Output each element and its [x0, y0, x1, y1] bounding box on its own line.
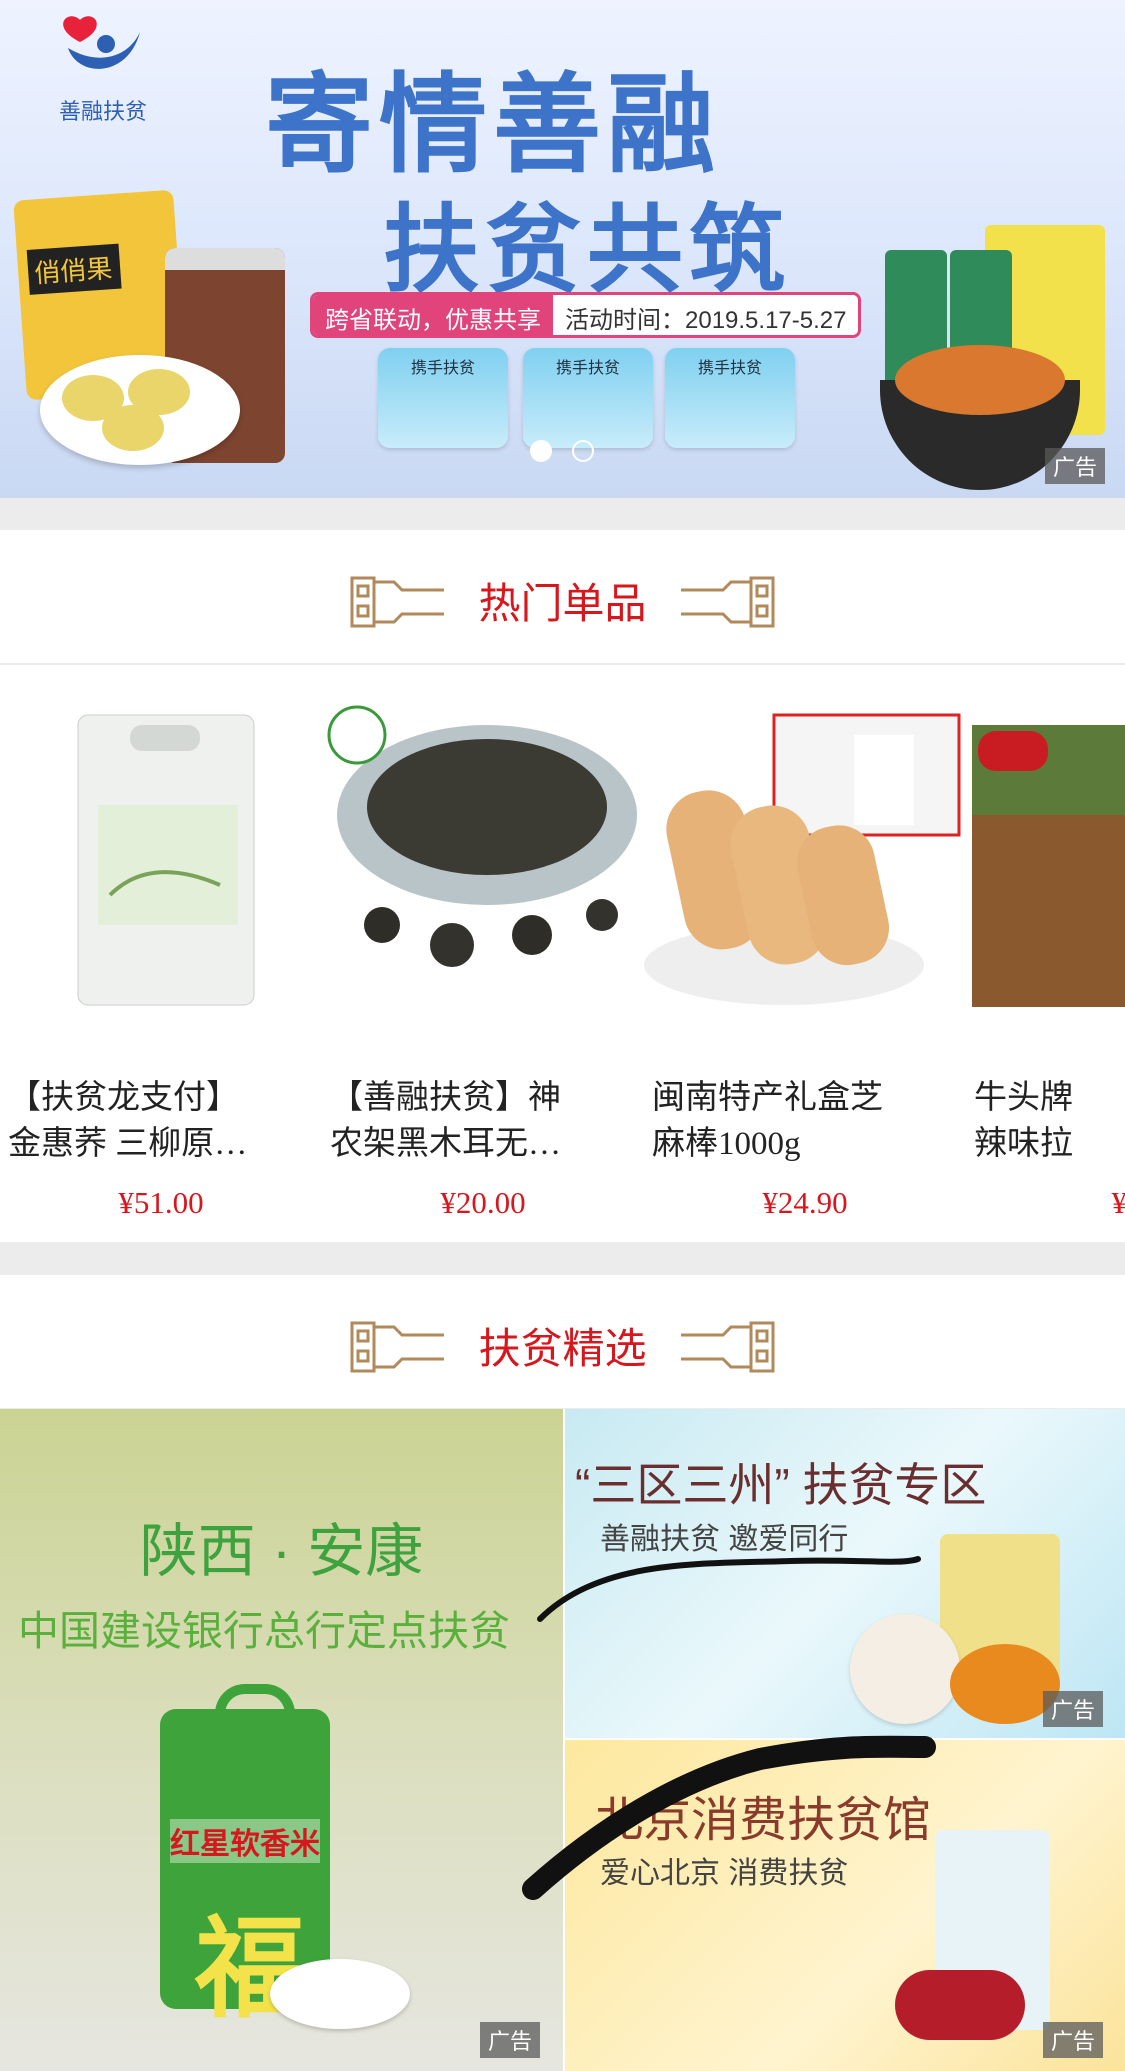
product-name: 牛头牌 辣味拉	[974, 1080, 1073, 1162]
product-card[interactable]: 闽南特产礼盒芝 麻棒1000g ¥24.90	[644, 665, 966, 1242]
province-badge-jiangxi: 江西 携手扶贫	[665, 348, 795, 448]
panel-title: “三区三州” 扶贫专区	[575, 1459, 987, 1511]
hot-products-row[interactable]: 【扶贫龙支付】 金惠荞 三柳原… ¥51.00 【善融扶贫】神 农架黑木耳无… …	[0, 665, 1125, 1242]
province-badge-gansu: 甘肃 携手扶贫	[378, 348, 508, 448]
product-price: ¥24.90	[762, 1185, 848, 1220]
red-dates-image	[895, 1970, 1025, 2040]
product-name: 【善融扶贫】神 农架黑木耳无…	[330, 1080, 561, 1162]
tea-cake-image	[850, 1614, 960, 1724]
carousel-dot-2[interactable]	[572, 440, 594, 462]
product-card[interactable]: 【扶贫龙支付】 金惠荞 三柳原… ¥51.00	[0, 665, 322, 1242]
beef-jerky-image	[966, 695, 1125, 1015]
section-title: 热门单品	[478, 580, 647, 627]
panel-subtitle: 中国建设银行总行定点扶贫	[18, 1608, 510, 1654]
carousel-dot-1[interactable]	[530, 440, 552, 462]
pastry-plate-image	[40, 355, 240, 465]
province-badge-anhui: 安徽 携手扶贫	[523, 348, 653, 448]
promo-slogan: 跨省联动，优惠共享	[313, 295, 553, 335]
product-name: 【扶贫龙支付】 金惠荞 三柳原…	[8, 1080, 248, 1162]
black-fungus-image	[322, 695, 644, 1007]
promo-strip: 跨省联动，优惠共享 活动时间：2019.5.17-5.27	[310, 292, 862, 338]
section-title: 扶贫精选	[478, 1325, 647, 1372]
brand-logo: 善融扶贫	[38, 12, 168, 132]
promo-banner[interactable]: 善融扶贫 俏俏果 寄情善融 扶贫共筑 跨省联动，优惠共享 活动时间：2019.5…	[0, 0, 1125, 498]
panel-title: 陕西 · 安康	[139, 1519, 424, 1584]
rice-brand-label: 红星软香米	[170, 1819, 320, 1863]
beijing-consumption-panel[interactable]: 北京消费扶贫馆 爱心北京 消费扶贫 广告	[565, 1740, 1125, 2071]
product-card[interactable]: 【善融扶贫】神 农架黑木耳无… ¥20.00	[322, 665, 644, 1242]
sesame-stick-image	[644, 695, 966, 1007]
promo-date: 活动时间：2019.5.17-5.27	[565, 307, 847, 334]
product-price: ¥20.00	[440, 1185, 526, 1220]
product-name: 闽南特产礼盒芝 麻棒1000g	[652, 1080, 883, 1162]
ad-badge: 广告	[1045, 448, 1106, 484]
hot-items-header: 热门单品	[0, 530, 1125, 663]
panel-subtitle: 善融扶贫 邀爱同行	[600, 1523, 849, 1556]
snack-brand-label: 俏俏果	[26, 243, 122, 295]
poverty-select-grid: 陕西 · 安康 中国建设银行总行定点扶贫 红星软香米 福 广告 “三区三州” 扶…	[0, 1409, 1125, 2071]
ornament-right-icon	[681, 1321, 775, 1373]
three-regions-panel[interactable]: “三区三州” 扶贫专区 善融扶贫 邀爱同行 广告	[565, 1409, 1125, 1738]
rice-bag-image	[0, 695, 322, 1007]
ornament-right-icon	[681, 576, 775, 628]
heart-hand-icon	[63, 16, 140, 69]
poverty-select-header: 扶贫精选	[0, 1275, 1125, 1408]
logo-text: 善融扶贫	[58, 100, 147, 125]
ad-badge: 广告	[1043, 2022, 1104, 2058]
product-price: ¥3	[1111, 1185, 1125, 1220]
product-card[interactable]: 牛头牌 辣味拉 ¥3	[966, 665, 1125, 1242]
panel-title: 北京消费扶贫馆	[595, 1794, 932, 1847]
banner-title-line1: 寄情善融	[265, 63, 722, 188]
shaanxi-ankang-panel[interactable]: 陕西 · 安康 中国建设银行总行定点扶贫 红星软香米 福 广告	[0, 1409, 563, 2071]
rice-pile-image	[270, 1959, 410, 2029]
product-price: ¥51.00	[118, 1185, 204, 1220]
ad-badge: 广告	[1043, 1691, 1104, 1727]
ad-badge: 广告	[480, 2022, 541, 2058]
banner-title-line2: 扶贫共筑	[383, 194, 791, 306]
panel-subtitle: 爱心北京 消费扶贫	[600, 1857, 849, 1890]
